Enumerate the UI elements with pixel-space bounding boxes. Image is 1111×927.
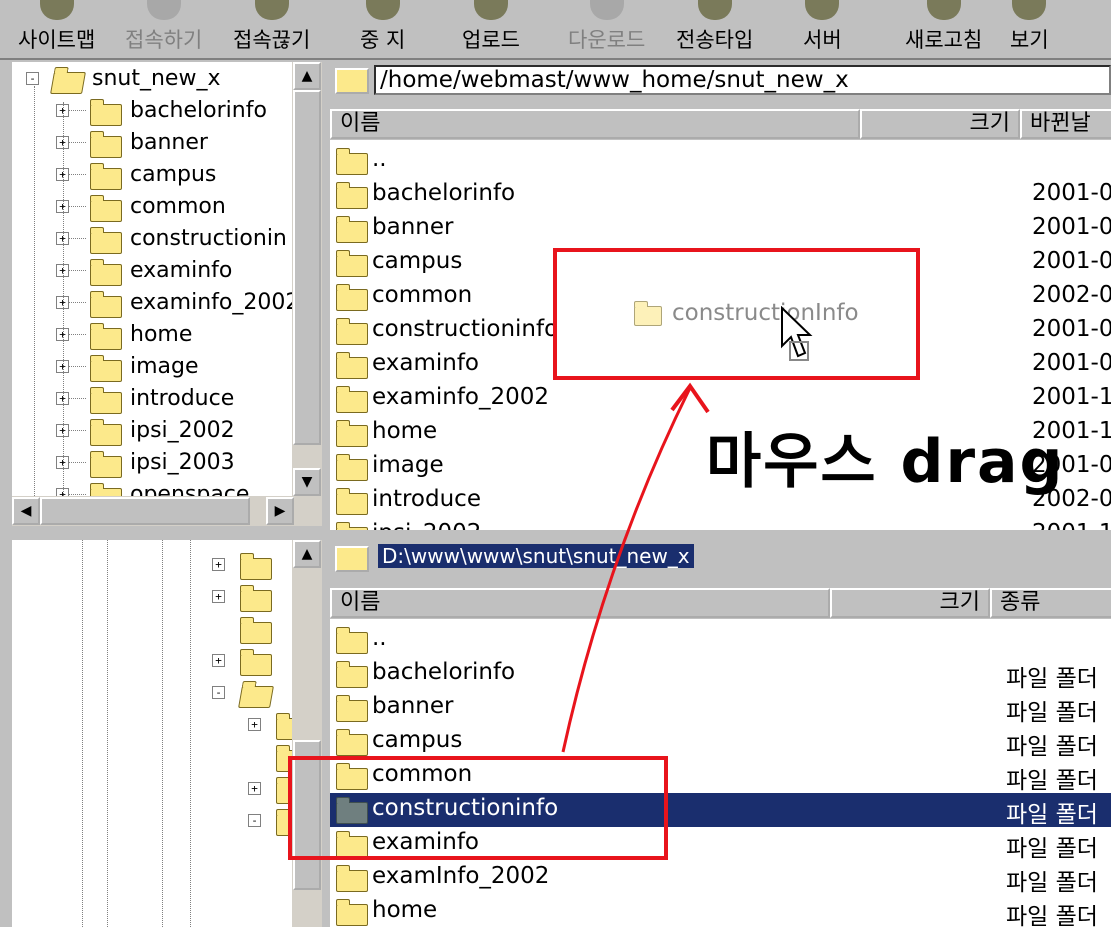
drag-annotation-label: 마우스 drag <box>706 427 1065 497</box>
